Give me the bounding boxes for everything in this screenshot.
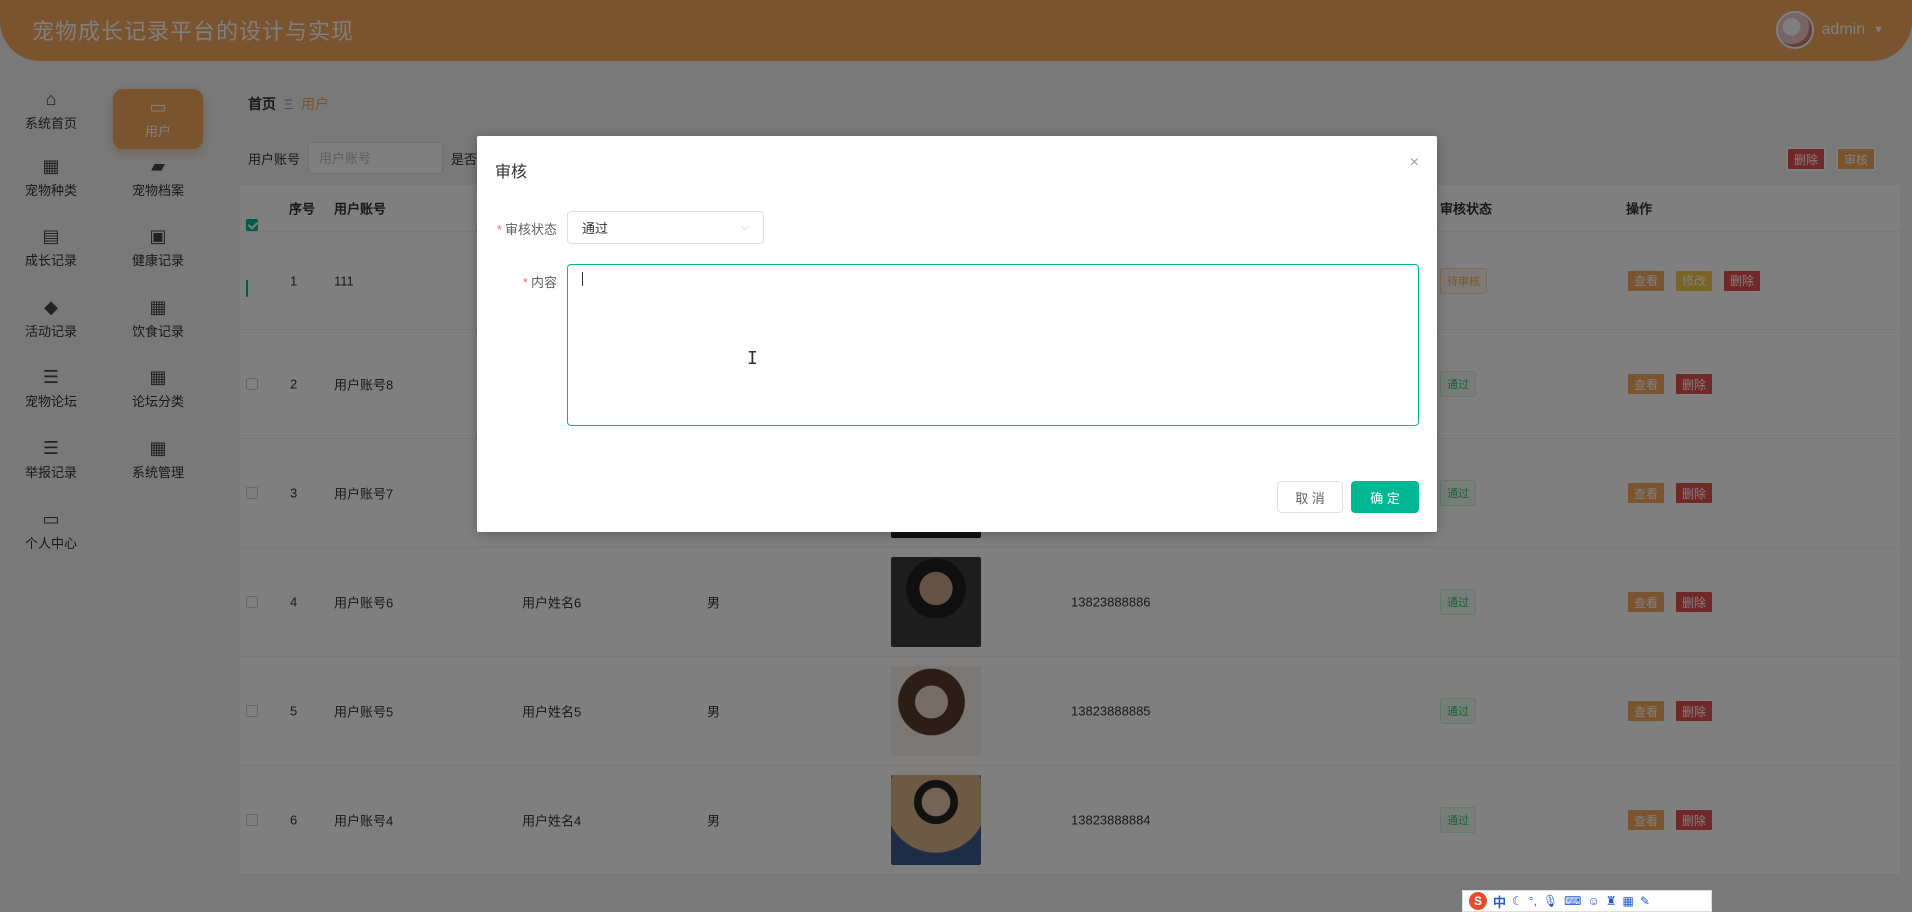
shirt-icon[interactable]: ♜ — [1606, 894, 1617, 908]
audit-dialog: 审核 × * 审核状态 通过 ⌵ * 内容 I 取 消 确 定 — [477, 136, 1437, 532]
required-mark: * — [496, 222, 502, 237]
status-field-label: * 审核状态 — [487, 219, 557, 238]
content-field-label: * 内容 — [487, 272, 557, 291]
content-label-text: 内容 — [530, 275, 557, 290]
sogou-logo-icon[interactable]: S — [1469, 892, 1487, 910]
audit-status-value: 通过 — [582, 221, 609, 236]
mouse-ibeam-cursor-icon: I — [747, 348, 758, 369]
status-label-text: 审核状态 — [504, 222, 557, 237]
confirm-button[interactable]: 确 定 — [1351, 481, 1419, 513]
required-mark: * — [522, 275, 528, 290]
cancel-button[interactable]: 取 消 — [1277, 481, 1343, 513]
chevron-down-icon: ⌵ — [740, 221, 749, 233]
content-textarea[interactable] — [567, 264, 1419, 426]
toolbox-icon[interactable]: ✎ — [1640, 894, 1650, 908]
close-icon[interactable]: × — [1410, 154, 1419, 172]
ime-mode[interactable]: 中 — [1493, 892, 1506, 911]
apps-icon[interactable]: ▦ — [1623, 894, 1634, 908]
dialog-title: 审核 — [495, 164, 528, 181]
moon-icon[interactable]: ☾ — [1512, 894, 1523, 908]
user-icon[interactable]: ☺ — [1587, 894, 1599, 908]
audit-status-select[interactable]: 通过 ⌵ — [567, 211, 764, 244]
keyboard-icon[interactable]: ⌨ — [1564, 894, 1581, 908]
microphone-icon[interactable]: 🎙 — [1543, 894, 1558, 908]
ime-toolbar[interactable]: S 中 ☾ °, 🎙 ⌨ ☺ ♜ ▦ ✎ — [1462, 890, 1712, 912]
punctuation-icon[interactable]: °, — [1529, 894, 1537, 908]
text-caret — [582, 272, 583, 286]
